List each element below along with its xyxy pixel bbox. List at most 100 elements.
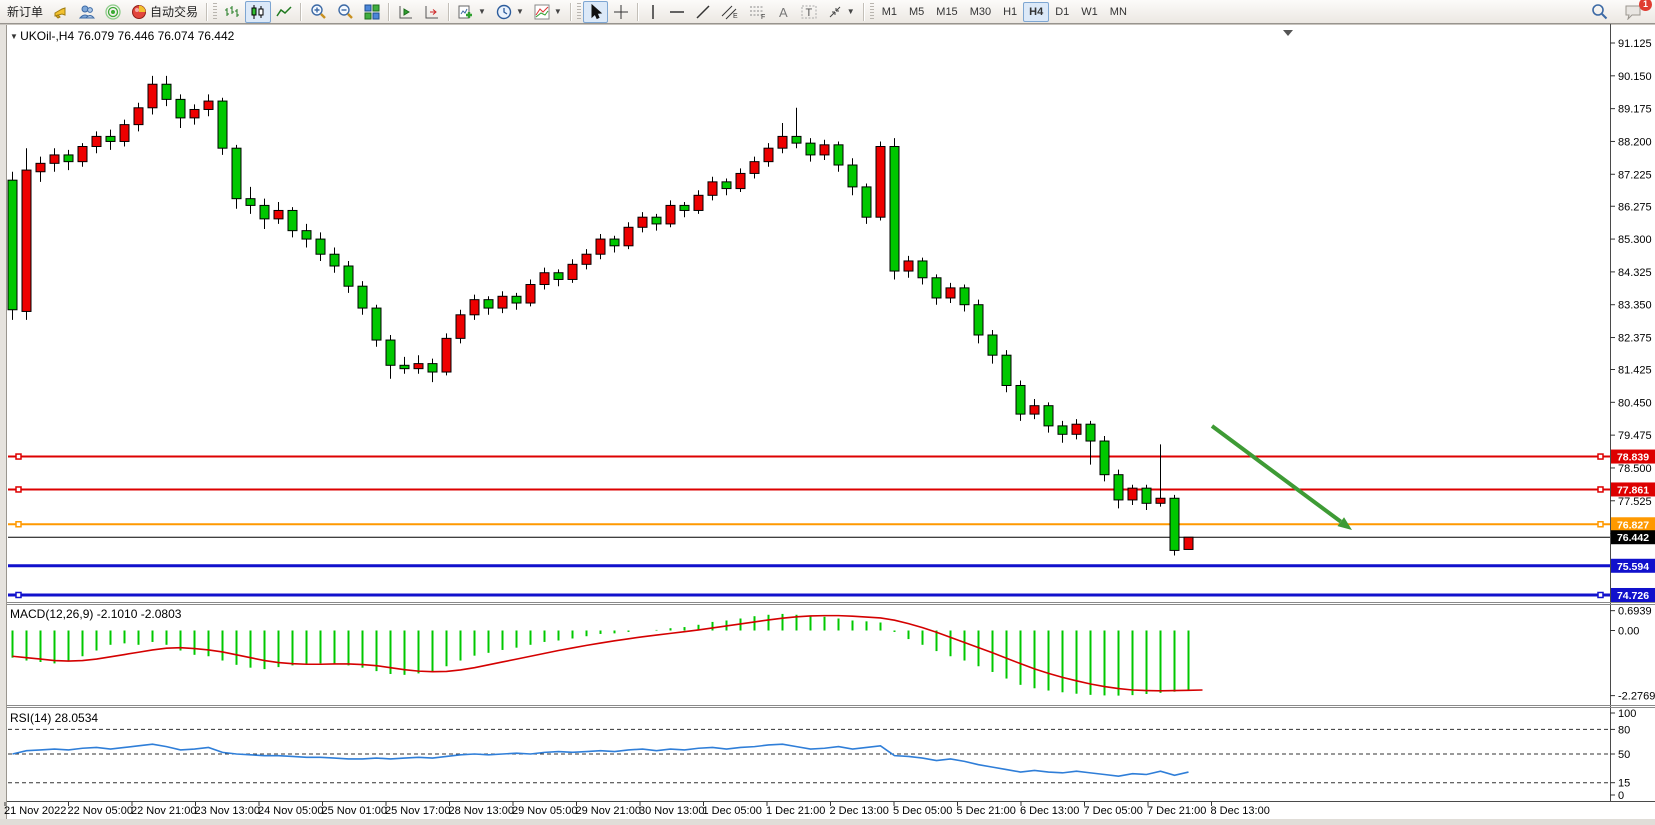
new-order-button[interactable]: 新订单 [2,1,48,23]
price-tick-label: 89.175 [1618,104,1652,116]
svg-text:F: F [761,14,765,20]
toolbar-drag-handle[interactable] [213,3,217,21]
toolbar-separator [300,3,302,21]
timeframe-W1[interactable]: W1 [1075,2,1104,22]
auto-scroll-button[interactable] [393,1,419,23]
time-tick-label: 5 Dec 05:00 [893,805,952,817]
rsi-tick-label: 50 [1618,749,1630,761]
price-badge: 76.442 [1611,530,1655,544]
chart-canvas[interactable]: 91.12590.15089.17588.20087.22586.27585.3… [0,24,1655,825]
search-icon [1591,3,1608,20]
svg-text:76.827: 76.827 [1617,519,1649,531]
toolbar-separator [448,3,450,21]
time-tick-label: 5 Dec 21:00 [957,805,1016,817]
macd-tick-label: 0.00 [1618,626,1639,638]
time-tick-label: 24 Nov 05:00 [258,805,323,817]
toolbar-separator [863,3,865,21]
indicators-button[interactable]: ▼ [529,1,567,23]
horizontal-line-tool-button[interactable] [664,1,690,23]
fibonacci-tool-button[interactable]: F [744,1,772,23]
timeframe-MN[interactable]: MN [1104,2,1133,22]
chart-shift-icon [424,4,440,20]
toolbar-drag-handle[interactable] [870,3,874,21]
time-tick-label: 1 Dec 05:00 [703,805,762,817]
time-tick-label: 6 Dec 13:00 [1020,805,1079,817]
chevron-down-icon: ▼ [554,7,562,16]
profile-icon [79,4,95,20]
macd-tick-label: -2.2769 [1618,691,1655,703]
trendline-tool-button[interactable] [690,1,716,23]
crosshair-icon [613,4,629,20]
chart-type-candles-button[interactable] [245,1,271,23]
search-button[interactable] [1586,1,1613,23]
price-tick-label: 83.350 [1618,300,1652,312]
timeframe-H1[interactable]: H1 [997,2,1023,22]
price-badge: 74.726 [1611,588,1655,602]
megaphone-icon[interactable] [48,1,74,23]
chart-shift-button[interactable] [419,1,445,23]
candle [1100,436,1109,481]
timeframe-M5[interactable]: M5 [903,2,930,22]
notification-count-badge: 1 [1639,0,1652,11]
crosshair-tool-button[interactable] [608,1,634,23]
ohlc-values: 76.079 76.446 76.074 76.442 [78,29,235,43]
text-label-tool-button[interactable]: T [796,1,822,23]
profiles-button[interactable] [74,1,100,23]
arrows-tool-button[interactable]: ▼ [822,1,860,23]
price-tick-label: 78.500 [1618,463,1652,475]
text-tool-button[interactable]: A [772,1,796,23]
cursor-tool-button[interactable] [583,1,608,23]
arrows-icon [827,4,843,20]
megaphone-icon [53,4,69,20]
chart-type-bars-button[interactable] [219,1,245,23]
timeframe-M1[interactable]: M1 [876,2,903,22]
time-tick-label: 21 Nov 2022 [4,805,66,817]
timeframe-H4[interactable]: H4 [1023,2,1049,22]
chart-window[interactable]: 91.12590.15089.17588.20087.22586.27585.3… [0,24,1655,825]
price-tick-label: 82.375 [1618,333,1652,345]
rsi-indicator-label: RSI(14) 28.0534 [10,711,98,725]
price-tick-label: 79.475 [1618,430,1652,442]
signals-button[interactable] [100,1,126,23]
toolbar-separator [570,3,572,21]
equidistant-channel-icon: E [721,4,739,20]
signals-icon [105,4,121,20]
new-order-label: 新订单 [7,3,43,20]
price-tick-label: 80.450 [1618,397,1652,409]
candle [1170,495,1179,556]
svg-text:76.442: 76.442 [1617,532,1649,544]
vertical-line-tool-button[interactable] [642,1,664,23]
auto-trading-label: 自动交易 [150,3,198,20]
macd-tick-label: 0.6939 [1618,606,1652,618]
timeframe-M15[interactable]: M15 [930,2,963,22]
zoom-out-button[interactable] [332,1,359,23]
chart-type-line-button[interactable] [271,1,297,23]
timeframe-M30[interactable]: M30 [964,2,997,22]
auto-trading-button[interactable]: 自动交易 [126,1,203,23]
auto-scroll-icon [398,4,414,20]
tile-windows-icon [364,4,380,20]
new-chart-button[interactable]: ▼ [453,1,491,23]
candle [456,310,465,344]
line-chart-icon [276,4,292,20]
bar-chart-icon [224,4,240,20]
candle [1002,350,1011,392]
timeframe-D1[interactable]: D1 [1049,2,1075,22]
trendline-icon [695,4,711,20]
fibonacci-icon: F [749,4,767,20]
symbol-name: UKOil-,H4 [20,29,74,43]
toolbar-drag-handle[interactable] [577,3,581,21]
zoom-out-icon [337,3,354,20]
tile-windows-button[interactable] [359,1,385,23]
notifications-button[interactable]: 1 [1619,1,1647,23]
zoom-in-button[interactable] [305,1,332,23]
periods-button[interactable]: ▼ [491,1,529,23]
price-badge: 77.861 [1611,482,1655,496]
chevron-down-icon: ▼ [478,7,486,16]
time-tick-label: 28 Nov 13:00 [449,805,514,817]
time-tick-label: 25 Nov 17:00 [385,805,450,817]
channel-tool-button[interactable]: E [716,1,744,23]
time-tick-label: 23 Nov 13:00 [195,805,260,817]
candle [372,305,381,347]
price-badge: 78.839 [1611,450,1655,464]
